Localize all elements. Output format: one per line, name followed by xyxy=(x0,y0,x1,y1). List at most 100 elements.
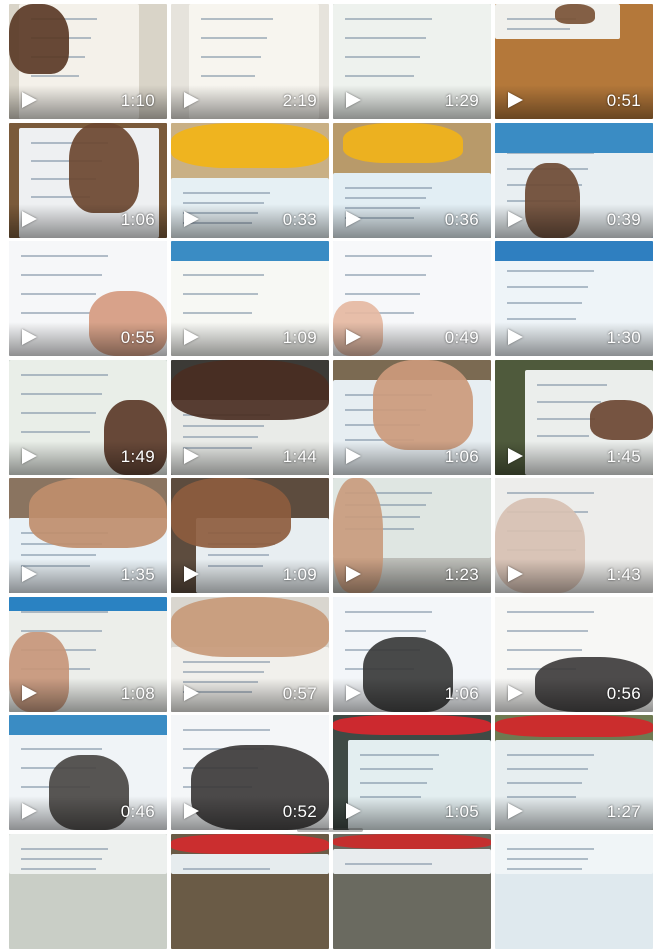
play-icon xyxy=(508,329,523,345)
hand-in-frame xyxy=(9,4,69,74)
video-thumbnail[interactable]: 0:46 xyxy=(9,715,167,830)
video-thumbnail[interactable]: 0:56 xyxy=(495,596,653,712)
page-text-line xyxy=(21,847,108,850)
video-thumbnail[interactable]: 1:08 xyxy=(9,596,167,712)
video-thumbnail[interactable]: 0:55 xyxy=(9,241,167,356)
play-icon xyxy=(22,92,37,108)
page-text-line xyxy=(183,274,264,276)
page-text-line xyxy=(537,383,608,386)
page-text-line xyxy=(201,18,273,20)
video-thumbnail[interactable]: 0:39 xyxy=(495,122,653,238)
page-text-line xyxy=(537,400,602,403)
video-thumbnail[interactable]: 1:06 xyxy=(333,359,491,475)
video-thumbnail[interactable]: 0:49 xyxy=(333,241,491,356)
video-thumbnail[interactable]: 1:35 xyxy=(9,478,167,593)
video-thumbnail[interactable]: 0:33 xyxy=(171,122,329,238)
video-duration: 1:35 xyxy=(120,565,155,584)
page-text-line xyxy=(507,847,594,850)
video-thumbnail[interactable] xyxy=(9,833,167,949)
video-thumbnail[interactable]: 1:06 xyxy=(9,122,167,238)
play-icon xyxy=(508,92,523,108)
page-text-line xyxy=(345,610,432,613)
play-icon xyxy=(508,803,523,819)
play-icon xyxy=(508,447,523,464)
page-text-line xyxy=(345,186,432,189)
page-text-line xyxy=(345,293,420,295)
play-icon xyxy=(184,684,199,701)
video-thumbnail[interactable] xyxy=(495,833,653,949)
video-thumbnail[interactable]: 1:49 xyxy=(9,359,167,475)
page-text-line xyxy=(183,435,258,438)
video-thumbnail[interactable]: 2:19 xyxy=(171,4,329,119)
hand-in-frame xyxy=(590,399,653,440)
video-thumbnail[interactable]: 1:06 xyxy=(333,596,491,712)
play-icon xyxy=(22,329,37,345)
video-duration: 1:08 xyxy=(120,683,155,703)
page-text-line xyxy=(537,417,596,420)
page-text-line xyxy=(345,274,426,276)
page-text-line xyxy=(507,318,576,320)
video-duration: 0:51 xyxy=(606,91,641,110)
page-text-line xyxy=(21,411,96,414)
hand-in-frame xyxy=(373,359,473,450)
play-icon xyxy=(22,684,37,701)
video-duration: 0:33 xyxy=(282,209,317,229)
hand-in-frame xyxy=(171,833,329,854)
video-thumbnail[interactable]: 0:51 xyxy=(495,4,653,119)
video-thumbnail[interactable]: 1:23 xyxy=(333,478,491,593)
video-thumbnail[interactable]: 1:29 xyxy=(333,4,491,119)
video-thumbnail[interactable]: 1:09 xyxy=(171,241,329,356)
page-text-line xyxy=(360,782,427,784)
video-thumbnail[interactable] xyxy=(171,833,329,949)
page-text-line xyxy=(537,434,590,437)
play-icon xyxy=(22,803,37,819)
play-icon xyxy=(508,684,523,701)
video-duration: 2:19 xyxy=(282,91,317,110)
video-thumbnail[interactable]: 0:57 xyxy=(171,596,329,712)
play-icon xyxy=(508,210,523,227)
video-duration: 0:52 xyxy=(282,802,317,821)
play-icon xyxy=(346,92,361,108)
play-icon xyxy=(184,329,199,345)
video-gallery-grid: 1:10 2:19 1:29 0:51 1:06 0:33 0:36 0:39 0:55 1:09… xyxy=(9,0,657,949)
video-thumbnail[interactable] xyxy=(333,833,491,949)
video-thumbnail[interactable]: 0:52 xyxy=(171,715,329,830)
play-icon xyxy=(346,566,361,582)
page-text-line xyxy=(507,768,588,770)
page-text-line xyxy=(345,37,426,39)
page-text-line xyxy=(507,857,588,860)
video-thumbnail[interactable]: 1:45 xyxy=(495,359,653,475)
page-header-band xyxy=(495,241,653,261)
page-text-line xyxy=(183,660,270,663)
page-text-line xyxy=(208,554,270,556)
hand-in-frame xyxy=(171,596,329,657)
page-text-line xyxy=(21,748,102,750)
play-icon xyxy=(22,447,37,464)
play-icon xyxy=(508,566,523,582)
video-thumbnail[interactable]: 1:10 xyxy=(9,4,167,119)
video-duration: 1:27 xyxy=(606,802,641,821)
video-thumbnail[interactable]: 1:09 xyxy=(171,478,329,593)
hand-in-frame xyxy=(171,359,329,420)
video-duration: 1:29 xyxy=(444,91,479,110)
page-text-line xyxy=(345,75,414,77)
page-text-line xyxy=(345,196,426,199)
video-thumbnail[interactable]: 1:27 xyxy=(495,715,653,830)
thumbnail-page-image xyxy=(171,853,329,874)
video-thumbnail[interactable]: 1:43 xyxy=(495,478,653,593)
video-thumbnail[interactable]: 1:30 xyxy=(495,241,653,356)
play-icon xyxy=(184,803,199,819)
video-thumbnail[interactable]: 1:05 xyxy=(333,715,491,830)
hand-in-frame xyxy=(333,833,491,849)
video-duration: 1:43 xyxy=(606,565,641,584)
video-thumbnail[interactable]: 0:36 xyxy=(333,122,491,238)
video-duration: 1:23 xyxy=(444,565,479,584)
video-duration: 0:56 xyxy=(606,683,641,703)
play-icon xyxy=(22,566,37,582)
page-text-line xyxy=(21,312,90,314)
page-text-line xyxy=(201,56,261,58)
video-thumbnail[interactable]: 1:44 xyxy=(171,359,329,475)
page-text-line xyxy=(21,430,90,433)
page-text-line xyxy=(183,424,264,427)
page-text-line xyxy=(507,492,594,494)
